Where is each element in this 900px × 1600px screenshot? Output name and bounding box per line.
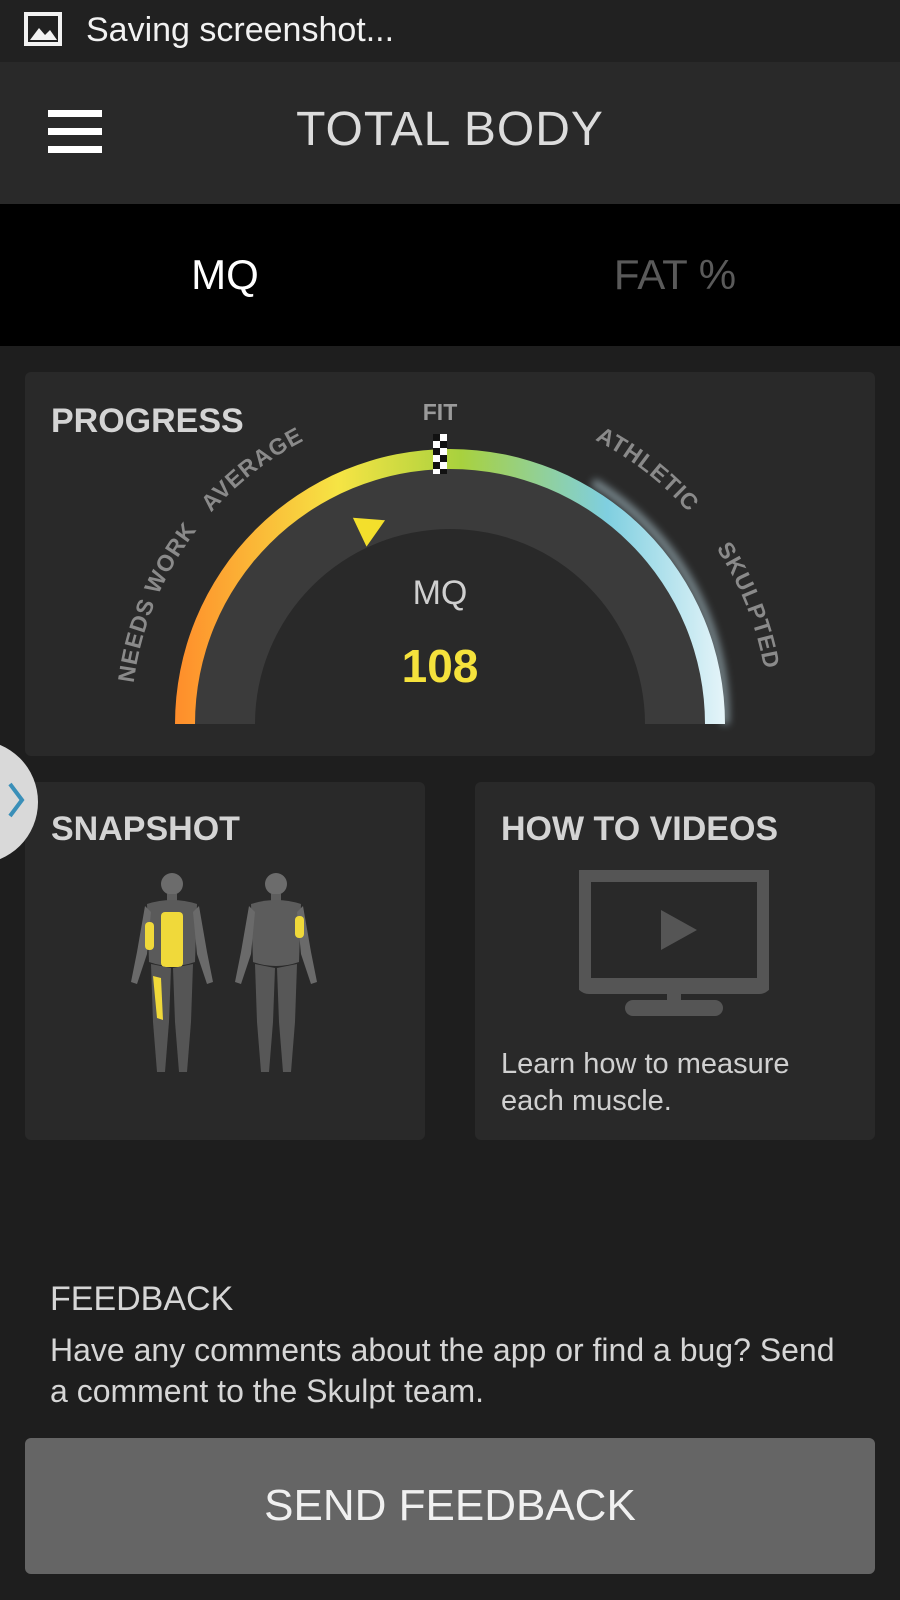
send-feedback-button[interactable]: SEND FEEDBACK: [25, 1438, 875, 1574]
chevron-right-icon: [8, 782, 25, 818]
zone-label-skulpted: SKULPTED: [712, 537, 784, 671]
snapshot-card[interactable]: SNAPSHOT: [25, 782, 425, 1140]
progress-card: PROGRESS FIT NEEDS WORK AVERAGE ATHLETIC…: [25, 372, 875, 756]
status-text: Saving screenshot...: [86, 11, 395, 49]
mq-value: 108: [402, 640, 479, 692]
back-body-figure: [235, 873, 317, 1072]
tab-bar: MQ FAT %: [0, 204, 900, 346]
progress-gauge: FIT NEEDS WORK AVERAGE ATHLETIC SKULPTED…: [113, 399, 785, 725]
tv-play-icon: [579, 870, 769, 1016]
body-figures: [131, 873, 317, 1072]
fit-checkered-marker: [433, 434, 447, 474]
mq-metric-label: MQ: [413, 574, 468, 612]
tab-mq[interactable]: MQ: [0, 204, 450, 346]
how-to-videos-description: Learn how to measure each muscle.: [501, 1048, 790, 1117]
feedback-title: FEEDBACK: [50, 1280, 234, 1318]
feedback-body: Have any comments about the app or find …: [50, 1332, 835, 1409]
svg-text:SKULPTED: SKULPTED: [712, 537, 785, 671]
status-bar: Saving screenshot...: [0, 0, 900, 62]
how-to-videos-heading: HOW TO VIDEOS: [501, 810, 779, 848]
front-body-figure: [131, 873, 213, 1072]
snapshot-heading: SNAPSHOT: [51, 810, 240, 848]
app-bar: TOTAL BODY: [0, 62, 900, 204]
tab-fat-percent[interactable]: FAT %: [450, 204, 900, 346]
fit-label: FIT: [423, 399, 458, 425]
how-to-videos-card[interactable]: HOW TO VIDEOS Learn how to measure each …: [475, 782, 875, 1140]
image-icon: [24, 12, 62, 46]
page-title: TOTAL BODY: [296, 103, 604, 156]
